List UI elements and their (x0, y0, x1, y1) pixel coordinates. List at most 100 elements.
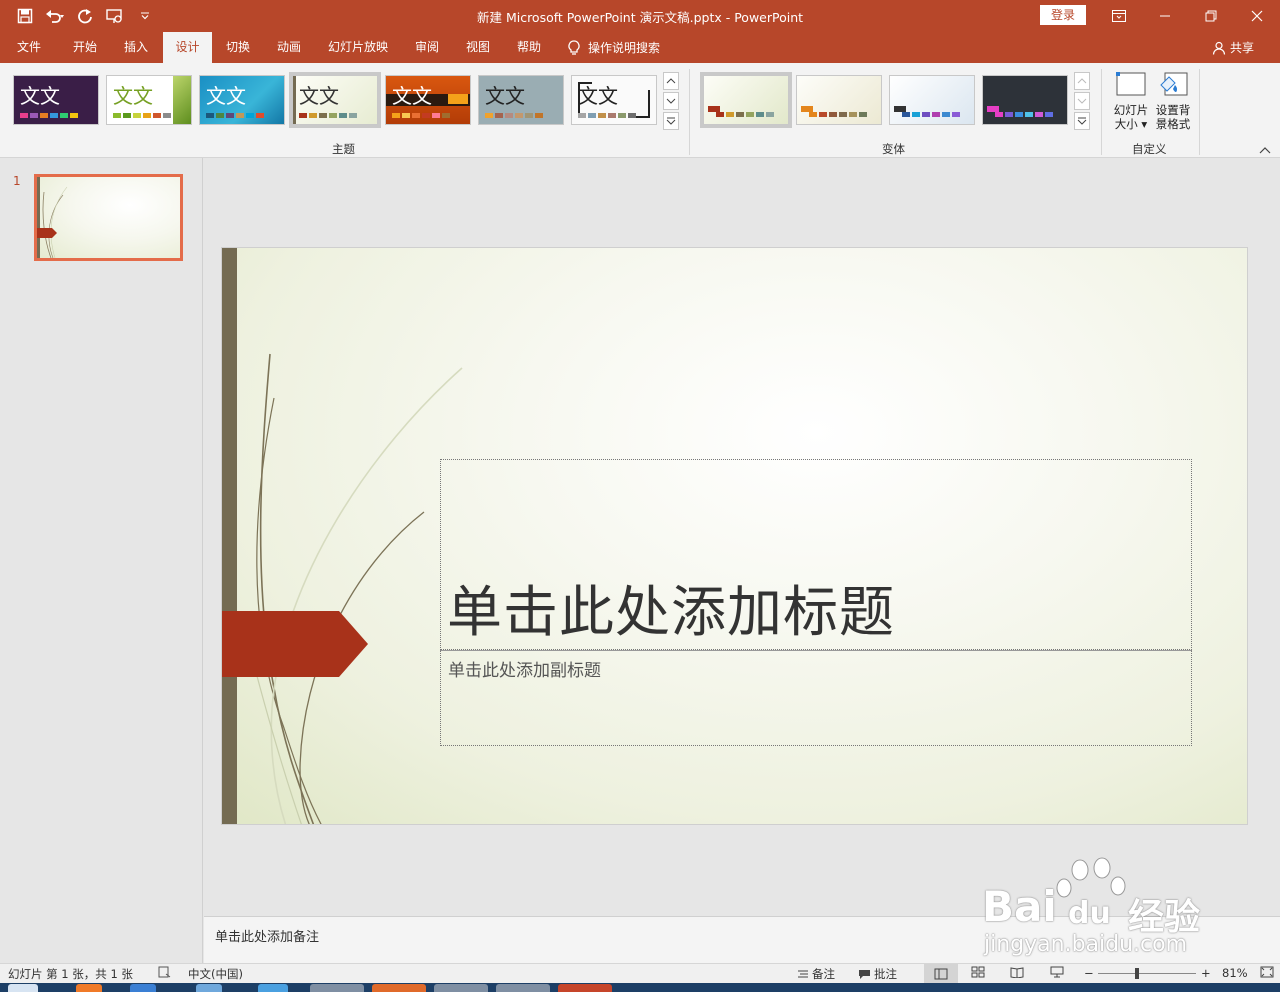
format-background-button[interactable]: 设置背 景格式 (1151, 71, 1195, 135)
tab-animations[interactable]: 动画 (264, 32, 314, 63)
ribbon-design: 文文 文文 文文 文文 文文 文文 文文 主题 变体 幻灯片 大小 ▾ 设置背 … (0, 63, 1280, 158)
gallery-down-button[interactable] (663, 92, 679, 110)
variant-color-bars (902, 112, 960, 117)
tab-transitions[interactable]: 切换 (213, 32, 263, 63)
comments-toggle-label: 批注 (874, 967, 897, 981)
tab-view[interactable]: 视图 (454, 32, 502, 63)
tab-insert[interactable]: 插入 (111, 32, 161, 63)
slide-thumbnail-1[interactable] (34, 174, 183, 261)
theme-7[interactable]: 文文 (571, 75, 657, 125)
theme-sample-text: 文文 (206, 84, 246, 108)
taskbar-start-button[interactable] (8, 984, 38, 992)
subtitle-placeholder[interactable]: 单击此处添加副标题 (440, 650, 1192, 746)
os-taskbar (0, 983, 1280, 992)
tab-help[interactable]: 帮助 (505, 32, 553, 63)
format-background-icon (1160, 72, 1188, 96)
variants-gallery-scroll (1074, 72, 1090, 130)
taskbar-app-icon[interactable] (76, 984, 102, 992)
slide-size-label-1: 幻灯片 (1113, 103, 1149, 117)
taskbar-app-icon[interactable] (310, 984, 364, 992)
subtitle-placeholder-text: 单击此处添加副标题 (448, 661, 601, 681)
zoom-in-button[interactable]: + (1201, 966, 1211, 980)
group-separator (689, 69, 690, 155)
share-button[interactable]: 共享 (1212, 32, 1254, 63)
notes-pane[interactable]: 单击此处添加备注 (204, 916, 1280, 963)
theme-6[interactable]: 文文 (478, 75, 564, 125)
slide-count-status: 幻灯片 第 1 张，共 1 张 (8, 967, 133, 981)
zoom-slider-track[interactable] (1098, 973, 1196, 974)
taskbar-app-icon[interactable] (196, 984, 222, 992)
theme-sample-text: 文文 (485, 84, 525, 108)
login-button[interactable]: 登录 (1040, 5, 1086, 25)
comments-toggle-button[interactable]: 批注 (858, 966, 897, 982)
taskbar-app-icon[interactable] (372, 984, 426, 992)
restore-button[interactable] (1188, 0, 1234, 32)
tab-slideshow[interactable]: 幻灯片放映 (320, 32, 396, 63)
tell-me-search[interactable]: 操作说明搜索 (568, 32, 660, 63)
gallery-more-button[interactable] (663, 112, 679, 130)
chevron-up-icon (1259, 147, 1271, 154)
theme-3[interactable]: 文文 (199, 75, 285, 125)
variant-3[interactable] (889, 75, 975, 125)
title-placeholder[interactable]: 单击此处添加标题 (440, 459, 1192, 650)
theme-color-bars (113, 113, 171, 118)
slide-canvas[interactable]: 单击此处添加标题 单击此处添加副标题 (221, 247, 1248, 825)
theme-color-bars (20, 113, 78, 118)
tab-file[interactable]: 文件 (4, 32, 54, 63)
lightbulb-icon (568, 39, 580, 55)
theme-4-current[interactable]: 文文 (289, 72, 381, 128)
slideshow-view-button[interactable] (1050, 966, 1064, 978)
close-button[interactable] (1234, 0, 1280, 32)
zoom-out-button[interactable]: − (1084, 966, 1094, 980)
slide-sorter-view-button[interactable] (971, 966, 985, 978)
tab-review[interactable]: 审阅 (403, 32, 451, 63)
tab-home[interactable]: 开始 (60, 32, 110, 63)
accessibility-check-button[interactable] (158, 966, 172, 978)
theme-side-bar (293, 76, 296, 124)
slide-size-button[interactable]: 幻灯片 大小 ▾ (1109, 71, 1153, 135)
taskbar-app-icon[interactable] (558, 984, 612, 992)
variant-4[interactable] (982, 75, 1068, 125)
notes-toggle-button[interactable]: 备注 (797, 966, 835, 982)
variants-down-button[interactable] (1074, 92, 1090, 110)
person-icon (1212, 41, 1226, 55)
taskbar-app-icon[interactable] (496, 984, 550, 992)
customize-group-label: 自定义 (1132, 142, 1167, 156)
variant-color-bars (995, 112, 1053, 117)
fit-slide-button[interactable] (1260, 966, 1274, 978)
share-label: 共享 (1230, 41, 1255, 55)
chevron-down-icon (1077, 98, 1087, 104)
variants-up-button[interactable] (1074, 72, 1090, 90)
theme-accent-shape (173, 76, 191, 124)
theme-2[interactable]: 文文 (106, 75, 192, 125)
variant-1[interactable] (700, 72, 792, 128)
theme-sample-text: 文文 (578, 84, 618, 108)
collapse-ribbon-button[interactable] (1259, 143, 1271, 157)
taskbar-app-icon[interactable] (130, 984, 156, 992)
taskbar-app-icon[interactable] (434, 984, 488, 992)
slide-sorter-icon (971, 966, 985, 978)
thumbnail-decoration (37, 177, 68, 258)
language-status[interactable]: 中文(中国) (188, 966, 243, 982)
variants-more-button[interactable] (1074, 112, 1090, 130)
variant-2[interactable] (796, 75, 882, 125)
taskbar-app-icon[interactable] (258, 984, 288, 992)
gallery-up-button[interactable] (663, 72, 679, 90)
fit-to-window-icon (1260, 966, 1274, 978)
theme-color-bars (206, 113, 264, 118)
zoom-slider-thumb[interactable] (1135, 968, 1139, 979)
normal-view-button[interactable] (924, 964, 958, 983)
theme-5[interactable]: 文文 (385, 75, 471, 125)
ribbon-display-icon (1112, 10, 1126, 22)
normal-view-icon (934, 968, 948, 979)
group-separator (1199, 69, 1200, 155)
theme-1[interactable]: 文文 (13, 75, 99, 125)
more-icon (1077, 117, 1087, 125)
zoom-level[interactable]: 81% (1222, 966, 1248, 980)
tab-design[interactable]: 设计 (163, 32, 212, 63)
reading-view-button[interactable] (1010, 966, 1024, 978)
minimize-button[interactable] (1142, 0, 1188, 32)
ribbon-display-options-button[interactable] (1096, 0, 1142, 32)
restore-icon (1205, 10, 1217, 22)
slide-size-label-2: 大小 ▾ (1114, 117, 1148, 131)
